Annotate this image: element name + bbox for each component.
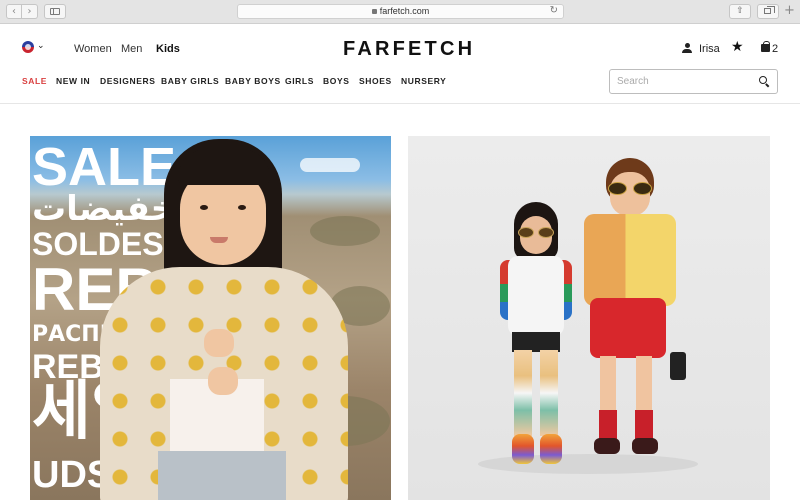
search-input[interactable]	[617, 76, 757, 87]
tabs-icon	[764, 6, 775, 14]
address-text: farfetch.com	[238, 6, 563, 16]
dept-kids[interactable]: Kids	[156, 43, 180, 55]
site-header: ⌄ Women Men Kids FARFETCH Irisa ★ 2 SALE…	[0, 24, 800, 104]
hand-shape	[208, 367, 238, 395]
sidebar-icon	[50, 8, 60, 15]
camera-shape	[670, 352, 686, 380]
leg-shape	[540, 350, 558, 436]
nav-item-boys[interactable]: BOYS	[323, 76, 350, 86]
nav-item-nursery[interactable]: NURSERY	[401, 76, 446, 86]
bangs-shape	[178, 149, 270, 185]
history-buttons: ‹ ›	[6, 4, 38, 19]
hero-kids-photo[interactable]	[408, 136, 770, 500]
reload-icon[interactable]: ↻	[550, 5, 558, 16]
browser-toolbar: ‹ › farfetch.com ↻ ⇧ +	[0, 0, 800, 24]
girl-model-figure	[496, 202, 576, 472]
shorts-shape	[590, 298, 666, 358]
search-icon[interactable]	[759, 76, 769, 86]
eye-shape	[238, 205, 246, 210]
top-shape	[508, 256, 564, 336]
search-box[interactable]	[609, 69, 778, 94]
leg-shape	[514, 350, 532, 436]
address-bar[interactable]: farfetch.com ↻	[237, 4, 564, 19]
leg-shape	[600, 356, 616, 414]
shorts-shape	[512, 332, 560, 352]
nav-item-designers[interactable]: DESIGNERS	[100, 76, 155, 86]
sock-shape	[599, 410, 617, 440]
eye-shape	[200, 205, 208, 210]
nav-item-girls[interactable]: GIRLS	[285, 76, 314, 86]
share-button[interactable]: ⇧	[729, 4, 751, 19]
child-model-figure	[92, 139, 352, 500]
sandal-shape	[540, 434, 562, 464]
wishlist-star-icon[interactable]: ★	[731, 39, 744, 55]
chevron-down-icon[interactable]: ⌄	[37, 41, 45, 51]
sunglasses-shape	[518, 227, 554, 238]
sidebar-toggle-button[interactable]	[44, 4, 66, 19]
shoe-shape	[632, 438, 658, 454]
back-button[interactable]: ‹	[6, 4, 22, 19]
dept-men[interactable]: Men	[121, 43, 142, 55]
new-tab-button[interactable]: +	[784, 4, 795, 18]
nav-item-new-in[interactable]: NEW IN	[56, 76, 90, 86]
shirt-shape	[584, 214, 676, 306]
account-name[interactable]: Irisa	[699, 43, 720, 55]
show-tabs-button[interactable]	[757, 4, 779, 19]
hand-shape	[204, 329, 234, 357]
user-icon[interactable]	[682, 43, 692, 53]
nav-item-baby-girls[interactable]: BABY GIRLS	[161, 76, 219, 86]
hero-sale-banner[interactable]: SALE تخفيضات SOLDES REBA РАСПРО REBA 세일 …	[30, 136, 391, 500]
nav-item-baby-boys[interactable]: BABY BOYS	[225, 76, 281, 86]
nav-item-shoes[interactable]: SHOES	[359, 76, 392, 86]
country-flag-icon[interactable]	[22, 41, 34, 53]
nav-item-sale[interactable]: SALE	[22, 76, 47, 86]
sock-shape	[635, 410, 653, 440]
sandal-shape	[512, 434, 534, 464]
url-text: farfetch.com	[379, 6, 430, 16]
sunglasses-shape	[608, 182, 652, 195]
boy-model-figure	[578, 158, 686, 458]
forward-button[interactable]: ›	[22, 4, 38, 19]
shopping-bag-icon[interactable]	[761, 41, 770, 52]
lock-icon	[371, 9, 377, 14]
dept-women[interactable]: Women	[74, 43, 112, 55]
shoe-shape	[594, 438, 620, 454]
jeans-shape	[158, 451, 286, 500]
site-logo[interactable]: FARFETCH	[343, 38, 475, 61]
bag-count[interactable]: 2	[772, 43, 778, 55]
leg-shape	[636, 356, 652, 414]
